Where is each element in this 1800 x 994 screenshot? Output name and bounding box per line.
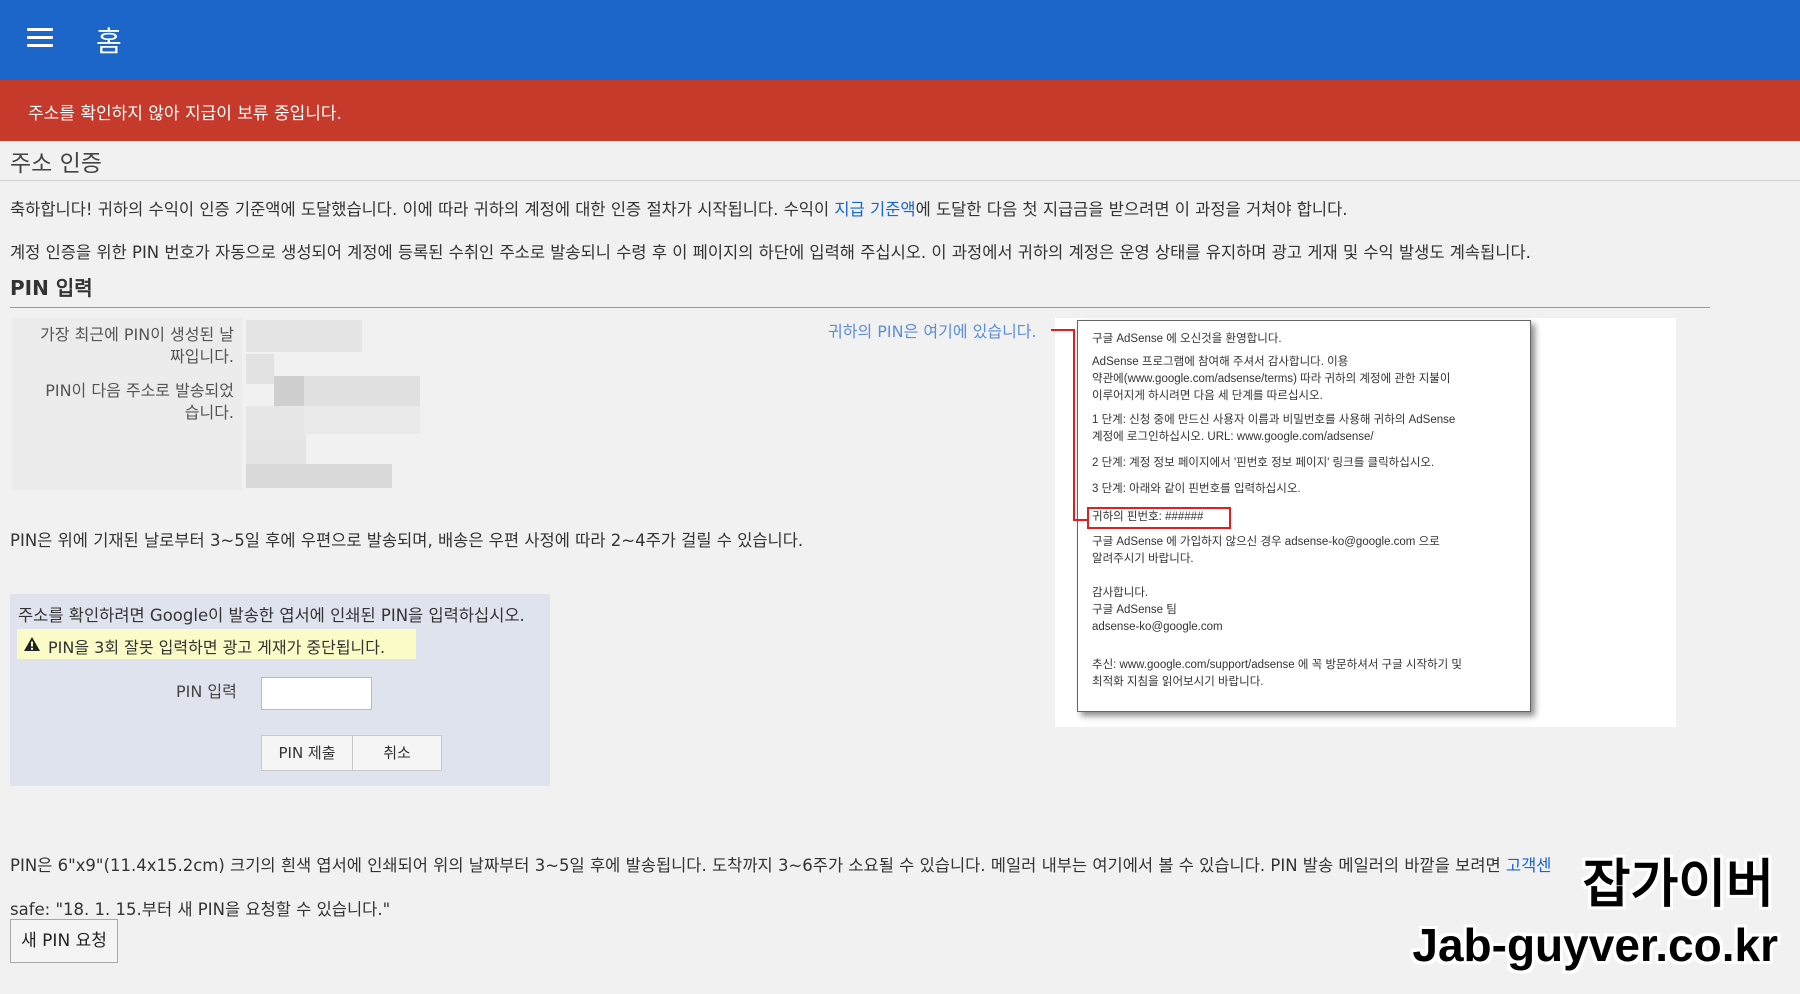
help-center-link[interactable]: 고객센	[1506, 856, 1552, 875]
pin-input-label: PIN 입력	[176, 682, 237, 701]
pin-process-paragraph: 계정 인증을 위한 PIN 번호가 자동으로 생성되어 계정에 등록된 수취인 …	[10, 243, 1531, 262]
letter-pin-line: 귀하의 핀번호: ######	[1092, 511, 1204, 523]
section-divider	[10, 307, 1710, 308]
watermark-title: 잡가이버	[1582, 855, 1774, 915]
redacted-address-block	[246, 406, 306, 436]
letter-line: adsense-ko@google.com	[1092, 621, 1223, 633]
pin-section-title: PIN 입력	[10, 276, 93, 300]
intro-paragraph: 축하합니다! 귀하의 수익이 인증 기준액에 도달했습니다. 이에 따라 귀하의…	[10, 196, 1348, 220]
redacted-address-block	[304, 406, 420, 434]
redacted-address-block	[246, 354, 274, 384]
redacted-address-block	[246, 464, 392, 488]
pin-mailer-preview: 구글 AdSense 에 오신것을 환영합니다. AdSense 프로그램에 참…	[1055, 318, 1676, 727]
cancel-button[interactable]: 취소	[352, 735, 442, 771]
mailer-info-text: PIN은 6"x9"(11.4x15.2cm) 크기의 흰색 엽서에 인쇄되어 …	[10, 852, 1551, 876]
intro-text-end: 에 도달한 다음 첫 지급금을 받으려면 이 과정을 거쳐야 합니다.	[915, 200, 1348, 219]
letter-line: 구글 AdSense 에 오신것을 환영합니다.	[1092, 333, 1282, 345]
letter-line: 추신: www.google.com/support/adsense 에 꼭 방…	[1092, 659, 1462, 671]
pin-input[interactable]	[261, 677, 372, 710]
request-new-pin-button[interactable]: 새 PIN 요청	[10, 919, 118, 963]
warning-banner: PIN을 3회 잘못 입력하면 광고 게재가 중단됩니다.	[17, 629, 416, 659]
pin-address-label: PIN이 다음 주소로 발송되었 습니다.	[45, 381, 234, 422]
redacted-address-block	[274, 376, 304, 408]
letter-line: 계정에 로그인하십시오. URL: www.google.com/adsense…	[1092, 431, 1374, 443]
letter-line: 구글 AdSense 에 가입하지 않으신 경우 adsense-ko@goog…	[1092, 536, 1440, 548]
page-title: 주소 인증	[10, 151, 102, 177]
connector-line	[1073, 329, 1075, 521]
letter-line: 이루어지게 하시려면 다음 세 단계를 따르십시오.	[1092, 390, 1323, 402]
letter-line: 최적화 지침을 읽어보시기 바랍니다.	[1092, 676, 1264, 688]
redacted-date-value	[246, 320, 362, 352]
warning-text: PIN을 3회 잘못 입력하면 광고 게재가 중단됩니다.	[48, 638, 386, 657]
connector-line	[1073, 519, 1087, 521]
pin-delivery-note: PIN은 위에 기재된 날로부터 3~5일 후에 우편으로 발송되며, 배송은 …	[10, 531, 804, 550]
form-instruction: 주소를 확인하려면 Google이 발송한 엽서에 인쇄된 PIN을 입력하십시…	[18, 606, 525, 625]
letter-line: 약관에(www.google.com/adsense/terms) 따라 귀하의…	[1092, 373, 1451, 385]
warning-triangle-icon	[24, 637, 40, 651]
letter-line: 구글 AdSense 팀	[1092, 604, 1177, 616]
letter-line: 3 단계: 아래와 같이 핀번호를 입력하십시오.	[1092, 483, 1301, 495]
letter-line: 1 단계: 신청 중에 만드신 사용자 이름과 비밀번호를 사용해 귀하의 Ad…	[1092, 414, 1456, 426]
alert-text: 주소를 확인하지 않아 지급이 보류 중입니다.	[28, 104, 342, 124]
divider	[0, 180, 1800, 181]
letter-line: AdSense 프로그램에 참여해 주셔서 감사합니다. 이용	[1092, 356, 1349, 368]
new-pin-availability: safe: "18. 1. 15.부터 새 PIN을 요청할 수 있습니다."	[10, 900, 391, 919]
payment-threshold-link[interactable]: 지급 기준액	[834, 200, 915, 219]
watermark-url: Jab-guyver.co.kr	[1412, 919, 1778, 971]
hamburger-menu-icon[interactable]	[27, 28, 53, 50]
mailer-letter: 구글 AdSense 에 오신것을 환영합니다. AdSense 프로그램에 참…	[1077, 320, 1531, 712]
pin-info-box: 가장 최근에 PIN이 생성된 날 짜입니다. PIN이 다음 주소로 발송되었…	[12, 318, 242, 490]
letter-line: 감사합니다.	[1092, 587, 1149, 599]
redacted-address-block	[304, 376, 420, 406]
letter-line: 알려주시기 바랍니다.	[1092, 553, 1194, 565]
pin-location-hint: 귀하의 PIN은 여기에 있습니다.	[828, 322, 1037, 341]
app-header: 홈	[0, 0, 1800, 81]
pin-entry-form: 주소를 확인하려면 Google이 발송한 엽서에 인쇄된 PIN을 입력하십시…	[10, 594, 550, 786]
letter-line: 2 단계: 계정 정보 페이지에서 '핀번호 정보 페이지' 링크를 클릭하십시…	[1092, 457, 1435, 469]
mailer-info-body: PIN은 6"x9"(11.4x15.2cm) 크기의 흰색 엽서에 인쇄되어 …	[10, 856, 1506, 875]
payment-hold-alert: 주소를 확인하지 않아 지급이 보류 중입니다.	[0, 80, 1800, 141]
connector-line	[1051, 329, 1075, 331]
submit-pin-button[interactable]: PIN 제출	[261, 735, 353, 771]
intro-text-start: 축하합니다! 귀하의 수익이 인증 기준액에 도달했습니다. 이에 따라 귀하의…	[10, 200, 835, 219]
pin-date-label: 가장 최근에 PIN이 생성된 날 짜입니다.	[40, 325, 234, 366]
header-title[interactable]: 홈	[96, 20, 122, 60]
redacted-address-block	[246, 436, 306, 466]
